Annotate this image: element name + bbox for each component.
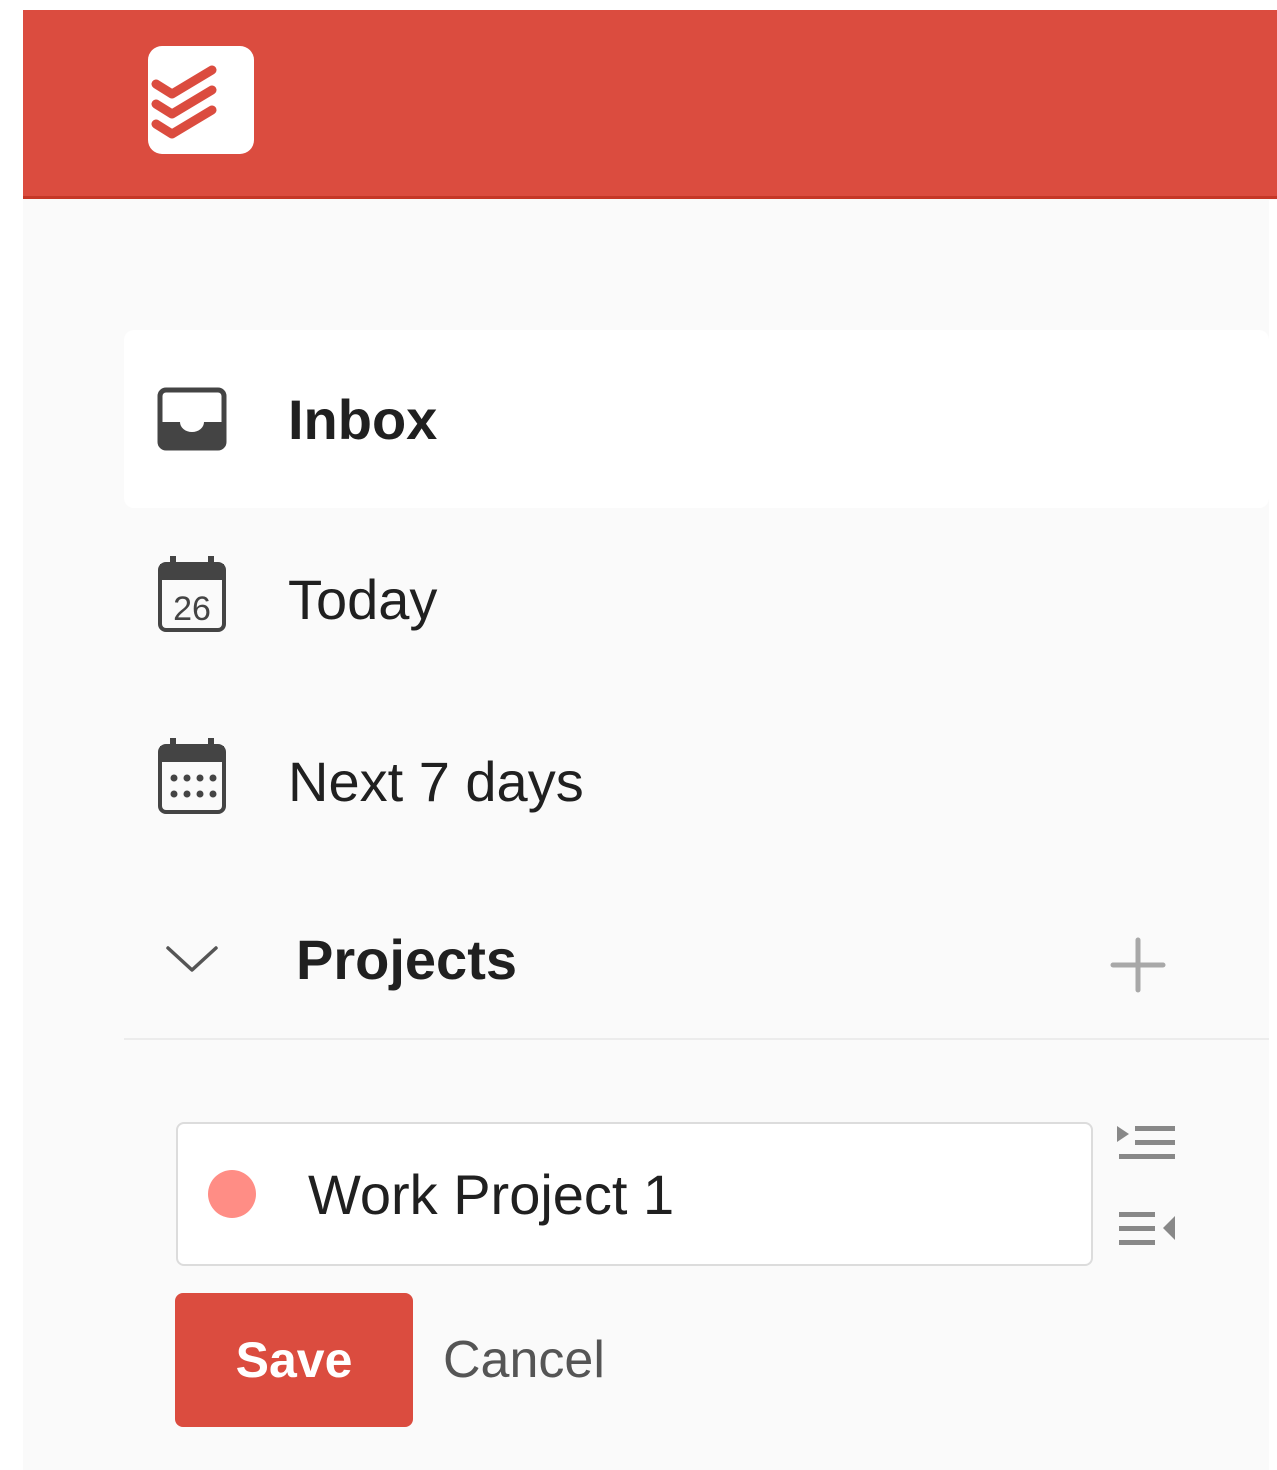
todoist-logo-icon[interactable]: [148, 46, 254, 154]
project-name-editor: [176, 1122, 1093, 1266]
inbox-icon: [156, 384, 228, 464]
calendar-week-icon: [156, 736, 228, 816]
calendar-day-number: 26: [173, 590, 211, 628]
outdent-icon[interactable]: [1115, 1206, 1179, 1256]
top-bar: [23, 10, 1277, 199]
panel-edge: [1269, 200, 1277, 1470]
nav-item-next-7-days[interactable]: Next 7 days: [124, 692, 1269, 870]
save-button[interactable]: Save: [175, 1293, 413, 1427]
projects-header: Projects: [124, 900, 1269, 1040]
nav-item-today[interactable]: 26 Today: [124, 510, 1269, 688]
plus-icon[interactable]: [1109, 936, 1167, 994]
nav-label-today: Today: [288, 568, 438, 631]
cancel-button[interactable]: Cancel: [443, 1293, 663, 1427]
indent-icon[interactable]: [1115, 1120, 1179, 1170]
chevron-down-icon[interactable]: [164, 940, 220, 980]
nav-item-inbox[interactable]: Inbox: [124, 330, 1269, 508]
projects-title: Projects: [296, 928, 517, 991]
project-color-dot[interactable]: [208, 1170, 256, 1218]
app-window: Inbox 26 Today Next 7 days Projects Work…: [23, 10, 1277, 1470]
nav-label-inbox: Inbox: [288, 388, 438, 451]
calendar-today-icon: 26: [156, 554, 228, 634]
nav-label-next-7-days: Next 7 days: [288, 750, 584, 813]
project-name-input[interactable]: [308, 1152, 1068, 1236]
